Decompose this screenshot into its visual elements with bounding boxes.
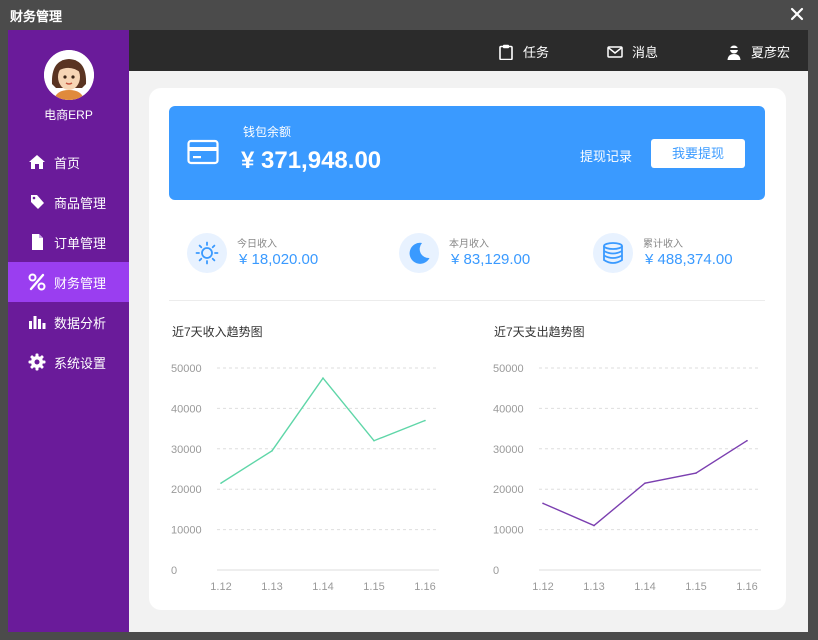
income-chart: 0 10000 20000 30000 40000 50000 1.12 1.13 1.14 1.… xyxy=(171,363,439,593)
data-point xyxy=(746,439,748,442)
top-bar: 任务 消息 夏彦宏 xyxy=(129,30,808,71)
sidebar-item-label: 订单管理 xyxy=(54,235,107,251)
data-point xyxy=(644,482,646,484)
stat-label: 今日收入 xyxy=(237,239,277,250)
y-tick-label: 20000 xyxy=(493,484,524,496)
data-point xyxy=(542,502,544,505)
sidebar-nav: 首页 商品管理 订单管理 财务管理 数据分析 系统设置 xyxy=(8,142,129,382)
sidebar-item-home[interactable]: 首页 xyxy=(8,142,129,182)
main-content: 钱包余额 ¥ 371,948.00 提现记录 我要提现 今日收入 ¥ 18,02… xyxy=(129,71,808,632)
sidebar-item-label: 数据分析 xyxy=(54,315,107,331)
app-window: 财务管理 电商ERP 首页 商品管理 订单管理 财务管理 数据分析 系统设置 任… xyxy=(0,0,818,640)
database-icon xyxy=(593,233,633,273)
messages-button[interactable]: 消息 xyxy=(607,42,658,61)
x-tick-label: 1.12 xyxy=(210,581,231,593)
y-tick-label: 30000 xyxy=(171,444,202,456)
mail-icon xyxy=(607,44,623,60)
x-tick-label: 1.13 xyxy=(261,581,282,593)
expense-chart: 0 10000 20000 30000 40000 50000 1.12 1.13 1.14 1.… xyxy=(493,363,761,593)
clipboard-icon xyxy=(498,44,514,60)
sidebar-item-label: 系统设置 xyxy=(54,355,107,371)
series-line xyxy=(220,376,426,484)
data-point xyxy=(593,524,595,527)
sidebar: 电商ERP 首页 商品管理 订单管理 财务管理 数据分析 系统设置 xyxy=(8,30,129,632)
data-point xyxy=(271,450,273,452)
withdraw-records-link[interactable]: 提现记录 xyxy=(580,146,632,165)
data-point xyxy=(695,472,697,474)
content-card: 钱包余额 ¥ 371,948.00 提现记录 我要提现 今日收入 ¥ 18,02… xyxy=(149,88,786,610)
y-tick-label: 50000 xyxy=(171,363,202,375)
wallet-amount: ¥ 371,948.00 xyxy=(241,147,382,174)
sidebar-item-finance[interactable]: 财务管理 xyxy=(8,262,129,302)
stat-label: 累计收入 xyxy=(643,239,683,250)
y-tick-label: 40000 xyxy=(171,403,202,415)
title-bar: 财务管理 xyxy=(0,0,818,30)
y-tick-label: 10000 xyxy=(171,525,202,537)
brand-name: 电商ERP xyxy=(44,108,93,122)
x-tick-label: 1.15 xyxy=(685,581,706,593)
x-tick-label: 1.14 xyxy=(312,581,333,593)
stat-value: ¥ 83,129.00 xyxy=(451,251,531,268)
stat-value: ¥ 488,374.00 xyxy=(645,251,733,268)
wallet-banner: 钱包余额 ¥ 371,948.00 提现记录 我要提现 xyxy=(169,106,765,200)
withdraw-button[interactable]: 我要提现 xyxy=(651,139,745,168)
gear-icon xyxy=(28,353,46,371)
stat-label: 本月收入 xyxy=(449,239,489,250)
y-tick-label: 0 xyxy=(493,565,499,577)
y-tick-label: 0 xyxy=(171,565,177,577)
window-title: 财务管理 xyxy=(10,9,63,24)
sidebar-item-orders[interactable]: 订单管理 xyxy=(8,222,129,262)
expense-chart-title: 近7天支出趋势图 xyxy=(494,325,585,339)
data-point xyxy=(220,482,222,484)
sidebar-item-label: 财务管理 xyxy=(54,275,107,291)
divider xyxy=(169,300,765,301)
y-tick-label: 30000 xyxy=(493,444,524,456)
moon-icon xyxy=(399,233,439,273)
sidebar-item-settings[interactable]: 系统设置 xyxy=(8,342,129,382)
income-chart-title: 近7天收入趋势图 xyxy=(172,325,263,339)
percent-icon xyxy=(28,273,46,291)
sun-icon xyxy=(187,233,227,273)
y-tick-label: 40000 xyxy=(493,403,524,415)
avatar[interactable] xyxy=(44,50,94,100)
tasks-label: 任务 xyxy=(523,45,550,60)
data-point xyxy=(424,419,426,422)
x-tick-label: 1.15 xyxy=(363,581,384,593)
data-point xyxy=(373,439,375,442)
y-tick-label: 10000 xyxy=(493,525,524,537)
wallet-label: 钱包余额 xyxy=(243,125,292,139)
credit-card-icon xyxy=(187,138,219,166)
document-icon xyxy=(28,233,46,251)
x-tick-label: 1.16 xyxy=(414,581,435,593)
user-icon xyxy=(726,44,742,60)
x-tick-label: 1.13 xyxy=(583,581,604,593)
tag-icon xyxy=(28,193,46,211)
data-point xyxy=(322,377,324,379)
user-name: 夏彦宏 xyxy=(751,45,791,60)
sidebar-item-analytics[interactable]: 数据分析 xyxy=(8,302,129,342)
x-tick-label: 1.12 xyxy=(532,581,553,593)
sidebar-item-products[interactable]: 商品管理 xyxy=(8,182,129,222)
y-tick-label: 50000 xyxy=(493,363,524,375)
sidebar-item-label: 首页 xyxy=(54,155,81,171)
stat-value: ¥ 18,020.00 xyxy=(239,251,319,268)
close-icon[interactable] xyxy=(788,5,806,23)
home-icon xyxy=(28,153,46,171)
x-tick-label: 1.16 xyxy=(736,581,757,593)
tasks-button[interactable]: 任务 xyxy=(498,42,549,61)
user-menu[interactable]: 夏彦宏 xyxy=(726,42,790,61)
y-tick-label: 20000 xyxy=(171,484,202,496)
x-tick-label: 1.14 xyxy=(634,581,655,593)
messages-label: 消息 xyxy=(632,45,659,60)
sidebar-item-label: 商品管理 xyxy=(54,195,107,211)
bar-chart-icon xyxy=(28,313,46,331)
